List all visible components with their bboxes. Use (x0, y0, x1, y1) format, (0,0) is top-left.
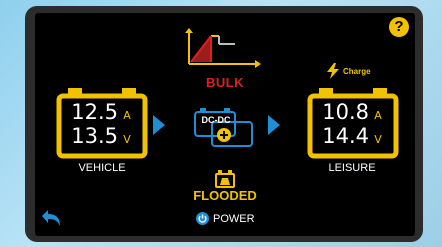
leisure-current-unit: A (374, 109, 382, 122)
arrow-right-icon (153, 115, 165, 135)
leisure-voltage-value: 14.4 (322, 124, 369, 148)
battery-type-icon[interactable] (215, 170, 235, 188)
power-button[interactable]: POWER (196, 212, 255, 225)
back-arrow-icon[interactable] (38, 208, 62, 228)
power-label: POWER (213, 212, 255, 225)
charge-indicator: Charge (327, 63, 371, 79)
vehicle-current-value: 12.5 (71, 100, 118, 124)
dc-dc-converter-icon (194, 108, 253, 147)
leisure-label: LEISURE (328, 162, 376, 174)
battery-type-label[interactable]: FLOODED (185, 188, 265, 203)
vehicle-battery: 12.5 A 13.5 V (56, 86, 148, 160)
vehicle-voltage-unit: V (123, 133, 131, 146)
power-icon (196, 212, 209, 225)
lightning-icon (327, 63, 339, 79)
vehicle-label: VEHICLE (78, 162, 126, 174)
converter-label: DC-DC (201, 115, 231, 125)
charge-mode-label: BULK (205, 75, 245, 90)
vehicle-voltage-value: 13.5 (71, 124, 118, 148)
leisure-current-value: 10.8 (322, 100, 369, 124)
vehicle-current-unit: A (123, 109, 131, 122)
leisure-battery: 10.8 A 14.4 V (307, 86, 399, 160)
charge-status: Charge (343, 66, 371, 76)
charge-profile-graph-icon (185, 28, 261, 68)
leisure-voltage-unit: V (374, 133, 382, 146)
arrow-right-icon (268, 115, 280, 135)
help-label: ? (394, 18, 404, 35)
help-button[interactable]: ? (389, 17, 409, 37)
